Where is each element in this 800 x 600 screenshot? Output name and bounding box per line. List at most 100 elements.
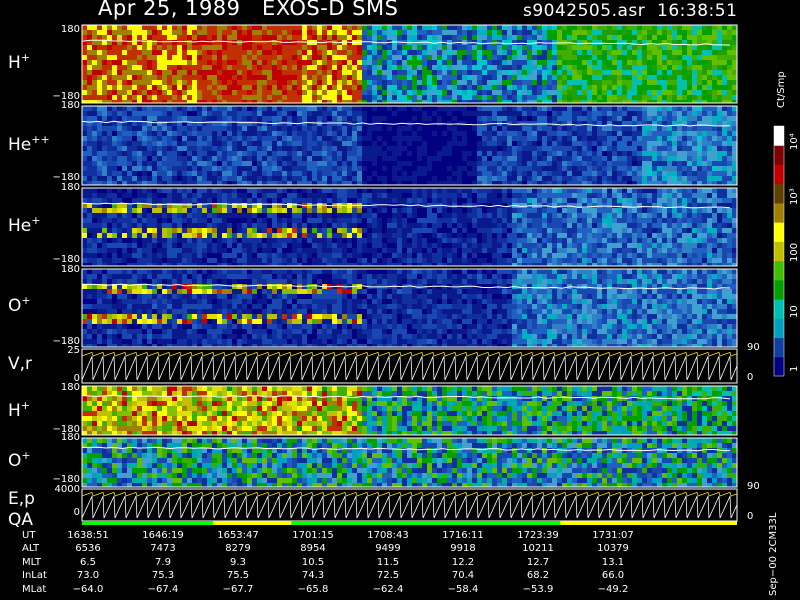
footer-cell: 12.2 <box>451 556 475 568</box>
colorbar-swatch <box>774 183 784 204</box>
colorbar-swatch <box>774 145 784 165</box>
tick-p1-max: 180 <box>60 24 80 35</box>
footer-cell: 1716:11 <box>442 530 484 541</box>
colorbar-swatch <box>774 299 784 319</box>
rtick-p8-min: 0 <box>747 511 754 522</box>
footer-cell: 1653:47 <box>217 530 259 541</box>
colorbar-swatch <box>774 126 784 146</box>
colorbar-swatch <box>774 222 784 242</box>
file-timestamp: s9042505.asr 16:38:51 <box>523 1 738 21</box>
tick-p7-max: 180 <box>60 432 80 443</box>
footer-row-label: MLat <box>22 583 47 595</box>
footer-cell: 68.2 <box>526 570 550 582</box>
footer-row-label: UT <box>22 530 36 541</box>
colorbar-swatch <box>774 337 784 358</box>
colorbar-tick-1: 10³ <box>789 188 800 205</box>
panel-label-v-r: V,r <box>8 354 33 374</box>
qa-segment <box>82 521 213 525</box>
qa-segment <box>560 521 737 525</box>
footer-cell: 6.5 <box>80 556 96 568</box>
colorbar-tick-3: 10 <box>789 305 800 318</box>
footer-cell: 1731:07 <box>592 530 634 541</box>
footer-row-label: ALT <box>22 543 40 555</box>
footer-cell: 75.5 <box>226 570 250 582</box>
rtick-p5-max: 90 <box>747 342 760 353</box>
footer-cell: 10379 <box>597 543 629 555</box>
colorbar-swatch <box>774 279 784 300</box>
footer-cell: 1638:51 <box>67 530 109 541</box>
spectrogram-he-plus <box>81 188 737 266</box>
plot-canvas <box>81 24 785 525</box>
tick-p4-max: 180 <box>60 264 80 275</box>
footer-cell: 9918 <box>450 543 476 555</box>
colorbar-tick-0: 10⁴ <box>789 133 800 150</box>
version-note: Sep−00 2CM33L <box>768 512 779 596</box>
footer-cell: 11.5 <box>376 556 400 568</box>
footer-row-label: InLat <box>22 570 47 582</box>
panel-label-o-plus-1: O+ <box>8 294 31 316</box>
footer-cell: 7.9 <box>155 556 171 568</box>
colorbar-swatch <box>774 241 784 262</box>
panel-label-he-plus: He+ <box>8 214 41 236</box>
colorbar-tick-2: 100 <box>789 242 800 262</box>
rtick-p8-max: 90 <box>747 481 760 492</box>
tick-p6-max: 180 <box>60 382 80 393</box>
panel-label-e-p: E,p <box>8 489 35 509</box>
footer-cell: 13.1 <box>601 556 625 568</box>
footer-cell: 7473 <box>150 543 176 555</box>
colorbar-swatch <box>774 202 784 223</box>
footer-cell: 70.4 <box>451 570 475 582</box>
plot-title: Apr 25, 1989 EXOS-D SMS <box>98 0 399 20</box>
spectrogram-o-plus-2 <box>82 438 737 487</box>
panel-label-qa: QA <box>8 510 34 530</box>
footer-cell: 8954 <box>300 543 326 555</box>
tick-p2-max: 180 <box>60 100 80 111</box>
footer-cell: −67.4 <box>147 583 179 595</box>
footer-cell: −62.4 <box>372 583 404 595</box>
footer-cell: −49.2 <box>597 583 629 595</box>
spectrogram-h-plus-1 <box>81 25 737 103</box>
footer-cell: 75.3 <box>151 570 175 582</box>
footer-cell: 66.0 <box>601 570 625 582</box>
panel-label-h-plus-1: H+ <box>8 51 31 73</box>
footer-cell: 6536 <box>75 543 101 555</box>
footer-cell: 72.5 <box>376 570 400 582</box>
tick-p3-max: 180 <box>60 182 80 193</box>
spectrogram-he-plus-plus <box>81 106 737 185</box>
footer-cell: 10.5 <box>301 556 325 568</box>
footer-cell: −53.9 <box>522 583 554 595</box>
footer-cell: 9.3 <box>230 556 246 568</box>
footer-cell: 1646:19 <box>142 530 184 541</box>
footer-cell: 1708:43 <box>367 530 409 541</box>
spectrogram-o-plus-1 <box>81 269 737 347</box>
colorbar-swatch <box>774 356 784 377</box>
tick-p8-max: 4000 <box>54 484 80 495</box>
panel-label-he-plus-plus: He++ <box>8 133 50 155</box>
footer-row-label: MLT <box>22 556 41 568</box>
tick-p8-min: 0 <box>73 507 80 518</box>
footer-cell: 74.3 <box>301 570 325 582</box>
tick-p5-max: 25 <box>67 345 80 356</box>
panel-label-o-plus-2: O+ <box>8 449 31 471</box>
footer-cell: 1701:15 <box>292 530 334 541</box>
qa-segment <box>291 521 561 525</box>
footer-cell: −67.7 <box>222 583 254 595</box>
colorbar-swatch <box>774 318 784 339</box>
footer-cell: 8279 <box>225 543 251 555</box>
colorbar-unit-label: Ct/Smp <box>776 71 787 108</box>
footer-cell: −64.0 <box>72 583 104 595</box>
colorbar-swatch <box>774 164 784 185</box>
footer-cell: 9499 <box>375 543 401 555</box>
footer-cell: 73.0 <box>76 570 100 582</box>
footer-cell: −58.4 <box>447 583 479 595</box>
qa-segment <box>213 521 292 525</box>
footer-cell: 1723:39 <box>517 530 559 541</box>
colorbar-swatch <box>774 260 784 281</box>
rtick-p5-min: 0 <box>747 372 754 383</box>
footer-cell: −65.8 <box>297 583 329 595</box>
colorbar-tick-4: 1 <box>789 365 800 372</box>
footer-cell: 12.7 <box>526 556 550 568</box>
footer-cell: 10211 <box>522 543 554 555</box>
spectrogram-h-plus-2 <box>81 386 737 435</box>
panel-label-h-plus-2: H+ <box>8 399 31 421</box>
